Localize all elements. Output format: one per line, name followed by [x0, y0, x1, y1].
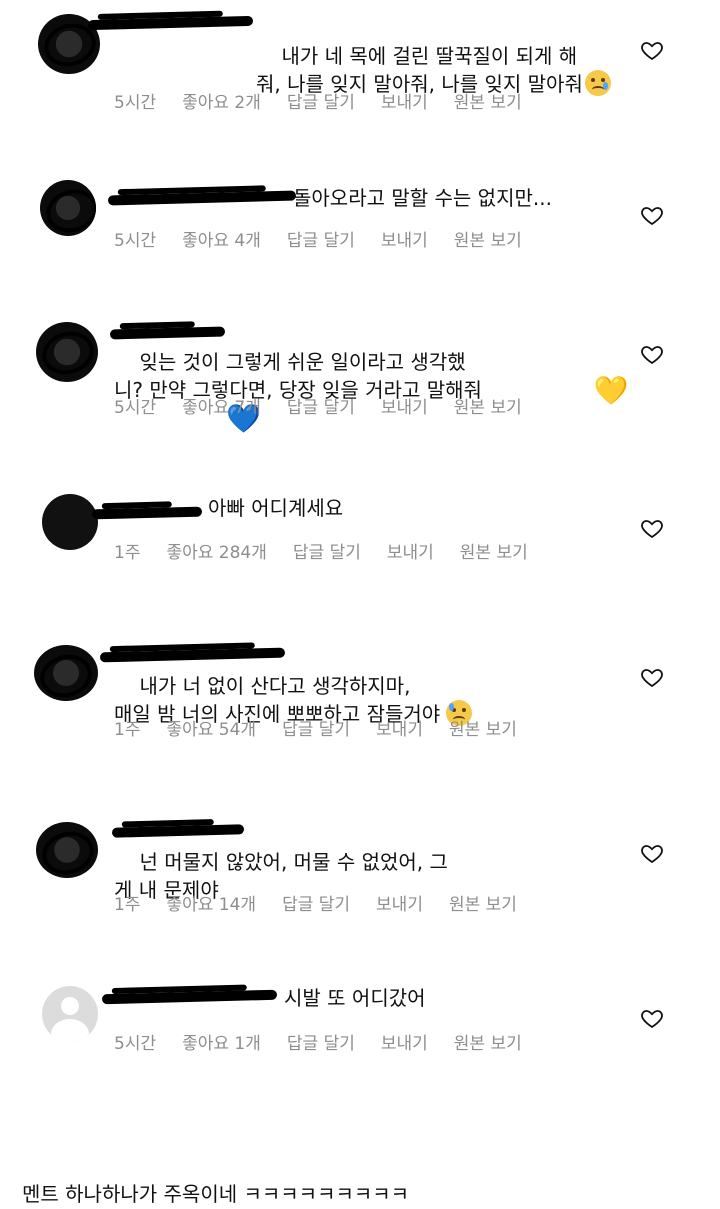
comment-text: 시발 또 어디갔어: [284, 986, 426, 1010]
heart-outline-icon[interactable]: [640, 38, 664, 62]
comment-text: 아빠 어디계세요: [208, 496, 344, 520]
comment-meta: 5시간 좋아요 4개 답글 달기 보내기 원본 보기: [114, 226, 548, 251]
like-count[interactable]: 좋아요 54개: [166, 720, 256, 740]
comment-time: 1주: [114, 543, 141, 563]
reply-button[interactable]: 답글 달기: [287, 231, 355, 251]
comment-meta: 1주 좋아요 14개 답글 달기 보내기 원본 보기: [114, 890, 543, 915]
avatar[interactable]: [34, 645, 98, 701]
like-count[interactable]: 좋아요 7개: [182, 398, 261, 418]
reply-button[interactable]: 답글 달기: [282, 720, 350, 740]
reply-button[interactable]: 답글 달기: [282, 895, 350, 915]
comment-time: 5시간: [114, 398, 157, 418]
send-button[interactable]: 보내기: [381, 93, 428, 113]
avatar[interactable]: [36, 822, 98, 878]
comment-meta: 1주 좋아요 54개 답글 달기 보내기 원본 보기: [114, 715, 543, 740]
crying-face-emoji: [584, 70, 611, 96]
send-button[interactable]: 보내기: [387, 543, 434, 563]
comment-text: 돌아오라고 말할 수는 없지만...: [293, 186, 552, 210]
comment-time: 5시간: [114, 1034, 157, 1054]
send-button[interactable]: 보내기: [381, 1034, 428, 1054]
avatar[interactable]: [36, 322, 98, 382]
redacted-username: [101, 989, 278, 1005]
heart-outline-icon[interactable]: [640, 516, 664, 540]
view-original-button[interactable]: 원본 보기: [454, 231, 522, 251]
redacted-username: [107, 190, 297, 206]
like-count[interactable]: 좋아요 284개: [166, 543, 266, 563]
view-original-button[interactable]: 원본 보기: [454, 93, 522, 113]
send-button[interactable]: 보내기: [381, 231, 428, 251]
comment-text: 넌 머물지 않았어, 머물 수 없었어, 그 게 내 문제야: [114, 850, 448, 902]
like-count[interactable]: 좋아요 14개: [166, 895, 256, 915]
redacted-username: [87, 15, 254, 31]
heart-outline-icon[interactable]: [640, 1006, 664, 1030]
comment-meta: 5시간 좋아요 2개 답글 달기 보내기 원본 보기: [114, 88, 548, 113]
heart-outline-icon[interactable]: [640, 203, 664, 227]
comment-text: 잊는 것이 그렇게 쉬운 일이라고 생각했 니? 만약 그렇다면, 당장 잊을 …: [114, 350, 629, 435]
avatar[interactable]: [42, 494, 98, 550]
reply-button[interactable]: 답글 달기: [287, 398, 355, 418]
view-original-button[interactable]: 원본 보기: [454, 398, 522, 418]
heart-outline-icon[interactable]: [640, 342, 664, 366]
default-avatar-icon[interactable]: [42, 986, 98, 1042]
comment-time: 5시간: [114, 93, 157, 113]
reply-button[interactable]: 답글 달기: [293, 543, 361, 563]
like-count[interactable]: 좋아요 2개: [182, 93, 261, 113]
reply-button[interactable]: 답글 달기: [287, 93, 355, 113]
comment-time: 1주: [114, 720, 141, 740]
comment-meta: 5시간 좋아요 7개 답글 달기 보내기 원본 보기: [114, 393, 548, 418]
redacted-username: [91, 506, 203, 520]
reply-button[interactable]: 답글 달기: [287, 1034, 355, 1054]
send-button[interactable]: 보내기: [381, 398, 428, 418]
view-original-button[interactable]: 원본 보기: [454, 1034, 522, 1054]
like-count[interactable]: 좋아요 4개: [182, 231, 261, 251]
comment-meta: 1주 좋아요 284개 답글 달기 보내기 원본 보기: [114, 538, 554, 563]
footer-caption: 멘트 하나하나가 주옥이네 ㅋㅋㅋㅋㅋㅋㅋㅋㅋ: [22, 1182, 410, 1206]
send-button[interactable]: 보내기: [376, 720, 423, 740]
heart-outline-icon[interactable]: [640, 841, 664, 865]
view-original-button[interactable]: 원본 보기: [449, 895, 517, 915]
view-original-button[interactable]: 원본 보기: [460, 543, 528, 563]
like-count[interactable]: 좋아요 1개: [182, 1034, 261, 1054]
comment-time: 5시간: [114, 231, 157, 251]
send-button[interactable]: 보내기: [376, 895, 423, 915]
comment-meta: 5시간 좋아요 1개 답글 달기 보내기 원본 보기: [114, 1029, 548, 1054]
comment-time: 1주: [114, 895, 141, 915]
view-original-button[interactable]: 원본 보기: [449, 720, 517, 740]
heart-outline-icon[interactable]: [640, 665, 664, 689]
avatar[interactable]: [40, 180, 96, 236]
